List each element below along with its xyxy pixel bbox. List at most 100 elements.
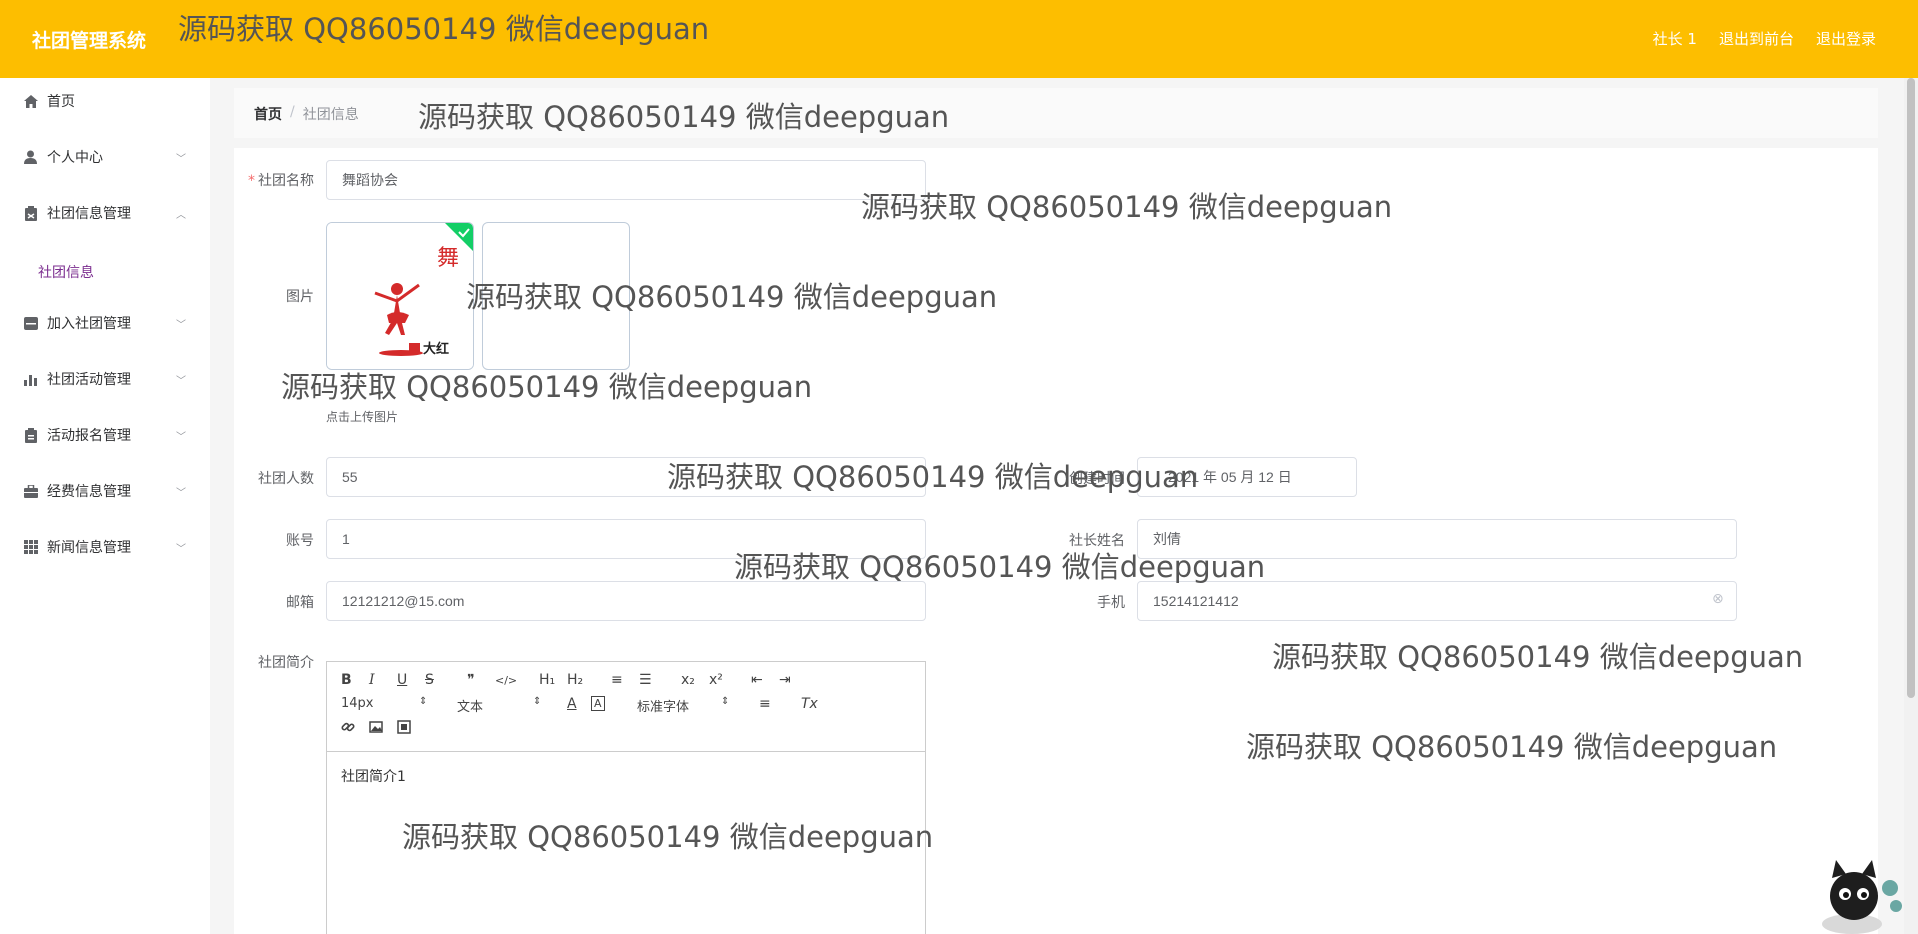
sidebar-item-join-club[interactable]: 加入社团管理 ﹀ (0, 300, 210, 346)
sidebar-item-personal[interactable]: 个人中心 ﹀ (0, 134, 210, 180)
chevron-down-icon: ﹀ (176, 375, 186, 387)
mascot-widget[interactable] (1812, 860, 1902, 934)
ordered-list-button[interactable]: ≡ (611, 672, 623, 688)
heading1-button[interactable]: H₁ (539, 672, 555, 688)
user-name-link[interactable]: 社长 1 (1653, 28, 1697, 49)
created-date-value: 2021 年 05 月 12 日 (1168, 469, 1292, 485)
breadcrumb-current: 社团信息 (302, 107, 359, 123)
scrollbar-thumb[interactable] (1907, 78, 1915, 698)
editor-content[interactable]: 社团简介1 (327, 752, 925, 800)
sidebar-item-label: 新闻信息管理 (47, 540, 131, 556)
chevron-up-icon: ︿ (176, 209, 186, 221)
strikethrough-button[interactable]: S (425, 672, 434, 688)
image-label: 图片 (286, 289, 314, 305)
grid-icon (23, 540, 38, 555)
header-links: 社长 1 退出到前台 退出登录 (1653, 28, 1876, 49)
account-input[interactable] (326, 519, 926, 559)
subscript-button[interactable]: x₂ (681, 672, 695, 688)
sidebar-item-label: 社团活动管理 (47, 372, 131, 388)
club-name-label: * 社团名称 (234, 170, 314, 190)
image-caption: 大红 (423, 341, 449, 357)
top-header: 社团管理系统 社长 1 退出到前台 退出登录 (0, 0, 1918, 78)
breadcrumb: 首页 / 社团信息 (254, 104, 359, 124)
chevron-down-icon: ﹀ (176, 153, 186, 165)
breadcrumb-separator: / (290, 104, 295, 120)
italic-button[interactable]: I (369, 672, 375, 688)
outdent-button[interactable]: ⇤ (751, 672, 763, 688)
sidebar-item-signup[interactable]: 活动报名管理 ﹀ (0, 412, 210, 458)
sidebar-item-label: 个人中心 (47, 150, 103, 166)
clear-format-button[interactable]: Tx (801, 696, 818, 712)
leader-label: 社长姓名 (1069, 533, 1125, 549)
app-title: 社团管理系统 (32, 30, 147, 52)
clipboard-icon (23, 427, 38, 443)
underline-button[interactable]: U (397, 672, 407, 688)
sidebar-item-news[interactable]: 新闻信息管理 ﹀ (0, 524, 210, 570)
members-label: 社团人数 (258, 471, 314, 487)
club-info-form: *社团名称 图片 舞 大红 点击上传图片 社团人数 创建时间 2021 年 05… (234, 148, 1878, 934)
image-icon[interactable] (369, 720, 383, 738)
sidebar-item-label: 活动报名管理 (47, 428, 131, 444)
bar-chart-icon (23, 372, 38, 387)
sidebar-item-label: 加入社团管理 (47, 316, 131, 332)
chevron-updown-icon: ⇕ (533, 696, 542, 707)
created-label: 创建时间 (1069, 471, 1125, 487)
sidebar-item-activities[interactable]: 社团活动管理 ﹀ (0, 356, 210, 402)
align-button[interactable]: ≡ (759, 696, 771, 712)
sidebar: 首页 个人中心 ﹀ 社团信息管理 ︿ 社团信息 加入社团管理 ﹀ 社团活动管理 … (0, 78, 210, 934)
page-scrollbar[interactable] (1904, 78, 1918, 934)
font-family-select[interactable]: 标准字体 (637, 696, 689, 715)
font-color-button[interactable]: A (567, 696, 577, 712)
user-icon (23, 150, 38, 165)
phone-input[interactable] (1137, 581, 1737, 621)
leader-input[interactable] (1137, 519, 1737, 559)
email-label: 邮箱 (286, 595, 314, 611)
phone-label: 手机 (1097, 595, 1125, 611)
indent-button[interactable]: ⇥ (779, 672, 791, 688)
sidebar-item-label: 首页 (47, 94, 75, 110)
chevron-updown-icon: ⇕ (419, 696, 428, 707)
clear-icon[interactable]: ⊗ (1712, 591, 1724, 607)
exit-to-frontend-link[interactable]: 退出到前台 (1719, 28, 1794, 49)
clipboard-icon (23, 205, 38, 221)
intro-label: 社团简介 (258, 655, 314, 671)
rich-text-editor: B I U S ❞ </> H₁ H₂ ≡ ☰ x₂ x² ⇤ ⇥ 14px ⇕… (326, 661, 926, 934)
breadcrumb-bar: 首页 / 社团信息 (234, 88, 1878, 138)
format-select[interactable]: 文本 (457, 696, 483, 715)
members-input[interactable] (326, 457, 926, 497)
sidebar-item-home[interactable]: 首页 (0, 78, 210, 124)
editor-toolbar: B I U S ❞ </> H₁ H₂ ≡ ☰ x₂ x² ⇤ ⇥ 14px ⇕… (327, 662, 925, 752)
required-mark: * (248, 173, 255, 189)
bullet-list-button[interactable]: ☰ (639, 672, 652, 688)
upload-hint: 点击上传图片 (326, 410, 399, 424)
home-icon (23, 94, 38, 109)
link-icon[interactable] (341, 720, 355, 738)
logout-link[interactable]: 退出登录 (1816, 28, 1876, 49)
email-input[interactable] (326, 581, 926, 621)
chevron-down-icon: ﹀ (176, 487, 186, 499)
bg-color-button[interactable]: A (591, 696, 605, 711)
blockquote-button[interactable]: ❞ (467, 672, 475, 688)
code-button[interactable]: </> (495, 674, 517, 687)
club-name-input[interactable] (326, 160, 926, 200)
sidebar-subitem-club-info[interactable]: 社团信息 (38, 262, 94, 282)
sidebar-item-label: 经费信息管理 (47, 484, 131, 500)
chevron-updown-icon: ⇕ (721, 696, 730, 707)
heading2-button[interactable]: H₂ (567, 672, 583, 688)
created-date-picker[interactable]: 2021 年 05 月 12 日 (1137, 457, 1357, 497)
sidebar-item-funds[interactable]: 经费信息管理 ﹀ (0, 468, 210, 514)
club-name-label-text: 社团名称 (258, 173, 314, 189)
upload-trigger[interactable] (482, 222, 630, 370)
video-icon[interactable] (397, 720, 411, 738)
bold-button[interactable]: B (341, 672, 352, 688)
font-size-select[interactable]: 14px (341, 696, 374, 711)
chevron-down-icon: ﹀ (176, 319, 186, 331)
uploaded-image[interactable]: 舞 大红 (326, 222, 474, 370)
sidebar-item-club-info[interactable]: 社团信息管理 ︿ (0, 190, 210, 236)
superscript-button[interactable]: x² (709, 672, 723, 688)
briefcase-icon (23, 484, 38, 499)
breadcrumb-home[interactable]: 首页 (254, 104, 282, 124)
tray-icon (23, 316, 38, 331)
account-label: 账号 (286, 533, 314, 549)
chevron-down-icon: ﹀ (176, 431, 186, 443)
